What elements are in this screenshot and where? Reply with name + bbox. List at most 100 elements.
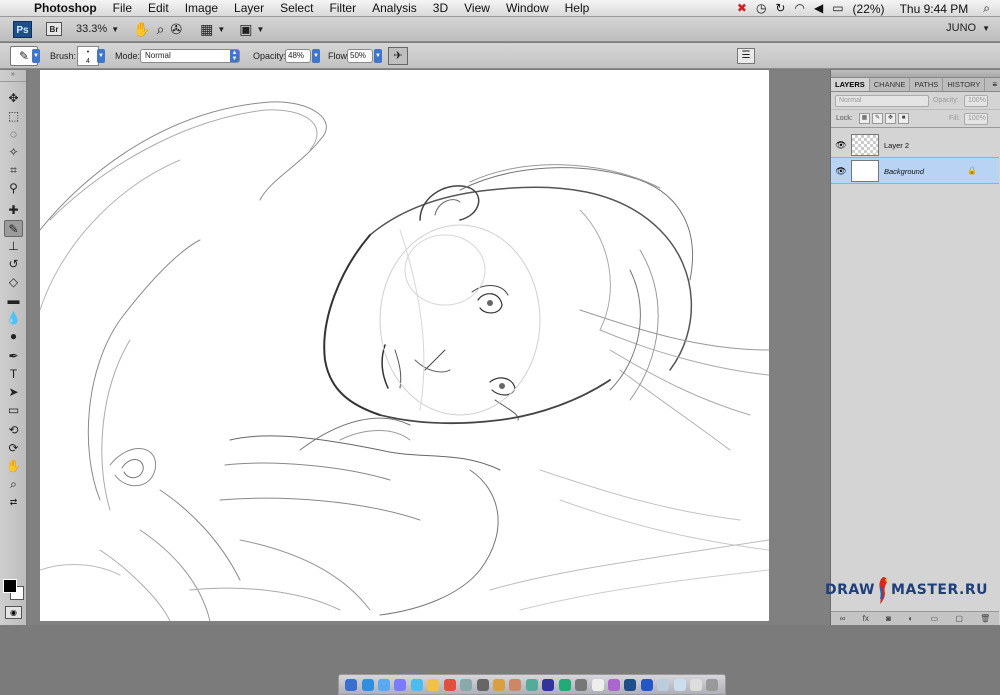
flow-field[interactable]: 50% xyxy=(347,49,373,63)
lock-image-icon[interactable]: ✎ xyxy=(872,113,883,124)
menu-filter[interactable]: Filter xyxy=(321,0,364,17)
menu-file[interactable]: File xyxy=(105,0,140,17)
layer-style-icon[interactable]: fx xyxy=(863,614,869,623)
brush-tool-icon[interactable]: ✎ xyxy=(4,220,23,237)
dashboard-icon[interactable] xyxy=(361,678,374,691)
time-machine-icon[interactable]: ◷ xyxy=(756,0,766,17)
dodge-tool-icon[interactable]: ● xyxy=(4,328,23,345)
layer-row-layer-2[interactable]: 👁 Layer 2 xyxy=(831,132,999,158)
tab-layers[interactable]: LAYERS xyxy=(831,78,870,91)
zoom-tool-button[interactable]: ⌕ xyxy=(157,21,165,38)
eraser-tool-icon[interactable]: ◇ xyxy=(4,274,23,291)
lock-transparency-icon[interactable]: ▦ xyxy=(859,113,870,124)
menu-window[interactable]: Window xyxy=(498,0,557,17)
brush-preset-arrow[interactable]: ▼ xyxy=(97,49,105,63)
marquee-tool-icon[interactable]: ⬚ xyxy=(4,108,23,125)
hand-tool-button[interactable]: ✋ xyxy=(133,21,150,38)
new-layer-icon[interactable]: ▢ xyxy=(955,614,963,623)
arrange-documents-button[interactable]: ▦ ▼ xyxy=(200,21,225,38)
link-layers-icon[interactable]: ∞ xyxy=(840,614,846,623)
sync-icon[interactable]: ↻ xyxy=(775,0,785,17)
script-editor-icon[interactable] xyxy=(509,678,522,691)
skype-icon[interactable] xyxy=(410,678,423,691)
move-tool-icon[interactable]: ✥ xyxy=(4,90,23,107)
disk-utility-icon[interactable] xyxy=(575,678,588,691)
layer-name[interactable]: Layer 2 xyxy=(884,141,909,150)
trash-icon[interactable] xyxy=(706,678,719,691)
menu-3d[interactable]: 3D xyxy=(425,0,456,17)
opacity-field[interactable]: 48% xyxy=(285,49,311,63)
3d-orbit-tool-icon[interactable]: ⟳ xyxy=(4,440,23,457)
blend-mode-select[interactable]: Normal xyxy=(835,95,929,107)
panel-header-strip[interactable] xyxy=(831,70,1000,78)
eye-icon[interactable]: 👁 xyxy=(835,165,847,177)
type-tool-icon[interactable]: T xyxy=(4,366,23,383)
applications-stack-icon[interactable] xyxy=(690,678,703,691)
new-group-icon[interactable]: ▭ xyxy=(930,614,938,623)
3d-rotate-tool-icon[interactable]: ⟲ xyxy=(4,422,23,439)
layer-name[interactable]: Background xyxy=(884,167,924,176)
itunes-icon[interactable] xyxy=(558,678,571,691)
tab-paths[interactable]: PATHS xyxy=(910,78,944,91)
tab-channels[interactable]: CHANNE xyxy=(870,78,911,91)
menu-select[interactable]: Select xyxy=(272,0,321,17)
toggle-brush-panel-button[interactable]: ☰ xyxy=(737,48,755,64)
shape-tool-icon[interactable]: ▭ xyxy=(4,402,23,419)
vmware-icon[interactable] xyxy=(542,678,555,691)
adjustment-layer-icon[interactable]: ◐ xyxy=(908,614,913,623)
screen-mode-button[interactable]: ▣ ▼ xyxy=(239,21,264,38)
foreground-color-swatch[interactable] xyxy=(3,579,17,593)
add-mask-icon[interactable]: ◙ xyxy=(886,614,891,623)
design-app-icon[interactable] xyxy=(607,678,620,691)
menu-app-name[interactable]: Photoshop xyxy=(30,0,105,17)
menu-image[interactable]: Image xyxy=(177,0,226,17)
menu-analysis[interactable]: Analysis xyxy=(364,0,425,17)
smiley-app-icon[interactable] xyxy=(427,678,440,691)
quick-mask-button[interactable]: ◉ xyxy=(5,606,22,619)
delete-layer-icon[interactable]: 🗑 xyxy=(980,614,990,623)
workspace-switcher[interactable]: JUNO ▼ xyxy=(946,22,990,34)
app-store-icon[interactable] xyxy=(591,678,604,691)
quick-selection-tool-icon[interactable]: ✧ xyxy=(4,144,23,161)
crop-tool-icon[interactable]: ⌗ xyxy=(4,162,23,179)
flow-slider-arrow[interactable]: ▼ xyxy=(374,49,382,63)
finder-icon[interactable] xyxy=(345,678,358,691)
rotate-view-button[interactable]: ✇ xyxy=(170,21,182,38)
bridge-dock-icon[interactable] xyxy=(640,678,653,691)
menu-layer[interactable]: Layer xyxy=(226,0,272,17)
wifi-icon[interactable]: ◠ xyxy=(794,0,804,17)
hand-tool-icon[interactable]: ✋ xyxy=(4,458,23,475)
blur-tool-icon[interactable]: 💧 xyxy=(4,310,23,327)
adobe-status-icon[interactable]: ✖ xyxy=(737,0,747,17)
bridge-button[interactable]: Br xyxy=(46,22,62,36)
lock-all-icon[interactable]: ■ xyxy=(898,113,909,124)
menu-view[interactable]: View xyxy=(456,0,498,17)
tab-history[interactable]: HISTORY xyxy=(943,78,986,91)
downloads-stack-icon[interactable] xyxy=(673,678,686,691)
airbrush-toggle[interactable]: ✈ xyxy=(388,47,408,65)
preview-icon[interactable] xyxy=(460,678,473,691)
ical-icon[interactable] xyxy=(493,678,505,691)
healing-brush-tool-icon[interactable]: ✚ xyxy=(4,202,23,219)
messenger-icon[interactable] xyxy=(394,678,407,691)
swap-colors-icon[interactable]: ⇄ xyxy=(4,494,23,511)
gradient-tool-icon[interactable]: ▬ xyxy=(4,292,23,309)
eyedropper-tool-icon[interactable]: ⚲ xyxy=(4,180,23,197)
mode-select[interactable]: Normal ▲ ▼ xyxy=(140,49,240,63)
lasso-tool-icon[interactable]: ◌ xyxy=(4,126,23,143)
eye-icon[interactable]: 👁 xyxy=(835,139,847,151)
opacity-slider-arrow[interactable]: ▼ xyxy=(312,49,320,63)
lock-position-icon[interactable]: ✥ xyxy=(885,113,896,124)
photoshop-dock-icon[interactable] xyxy=(624,678,637,691)
fill-field[interactable]: 100% xyxy=(964,113,988,125)
layer-opacity-field[interactable]: 100% xyxy=(964,95,988,107)
mail-icon[interactable] xyxy=(476,678,489,691)
tool-preset-arrow[interactable]: ▼ xyxy=(32,49,40,63)
utility-icon[interactable] xyxy=(525,678,538,691)
volume-icon[interactable]: ◀ xyxy=(814,0,823,17)
panel-menu-icon[interactable]: ≡ xyxy=(989,78,1000,91)
menu-edit[interactable]: Edit xyxy=(140,0,177,17)
clone-stamp-tool-icon[interactable]: ⊥ xyxy=(4,238,23,255)
toolbox-grip[interactable]: » xyxy=(0,70,26,82)
path-selection-tool-icon[interactable]: ➤ xyxy=(4,384,23,401)
